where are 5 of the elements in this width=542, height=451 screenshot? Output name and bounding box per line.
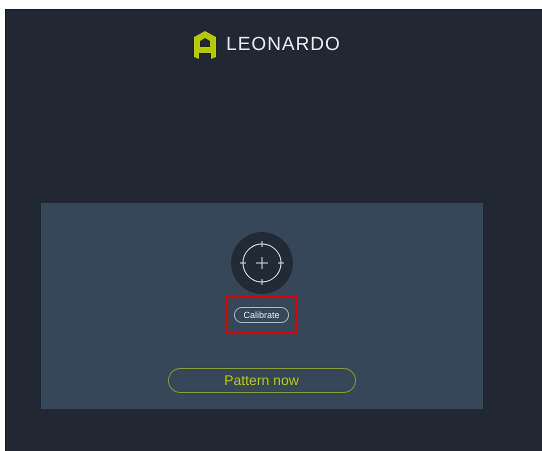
- calibrate-button[interactable]: Calibrate: [234, 306, 289, 322]
- crosshair-icon: [230, 232, 292, 294]
- brand-name: LEONARDO: [226, 33, 341, 57]
- logo-icon: [194, 31, 216, 60]
- pattern-now-button[interactable]: Pattern now: [168, 368, 356, 392]
